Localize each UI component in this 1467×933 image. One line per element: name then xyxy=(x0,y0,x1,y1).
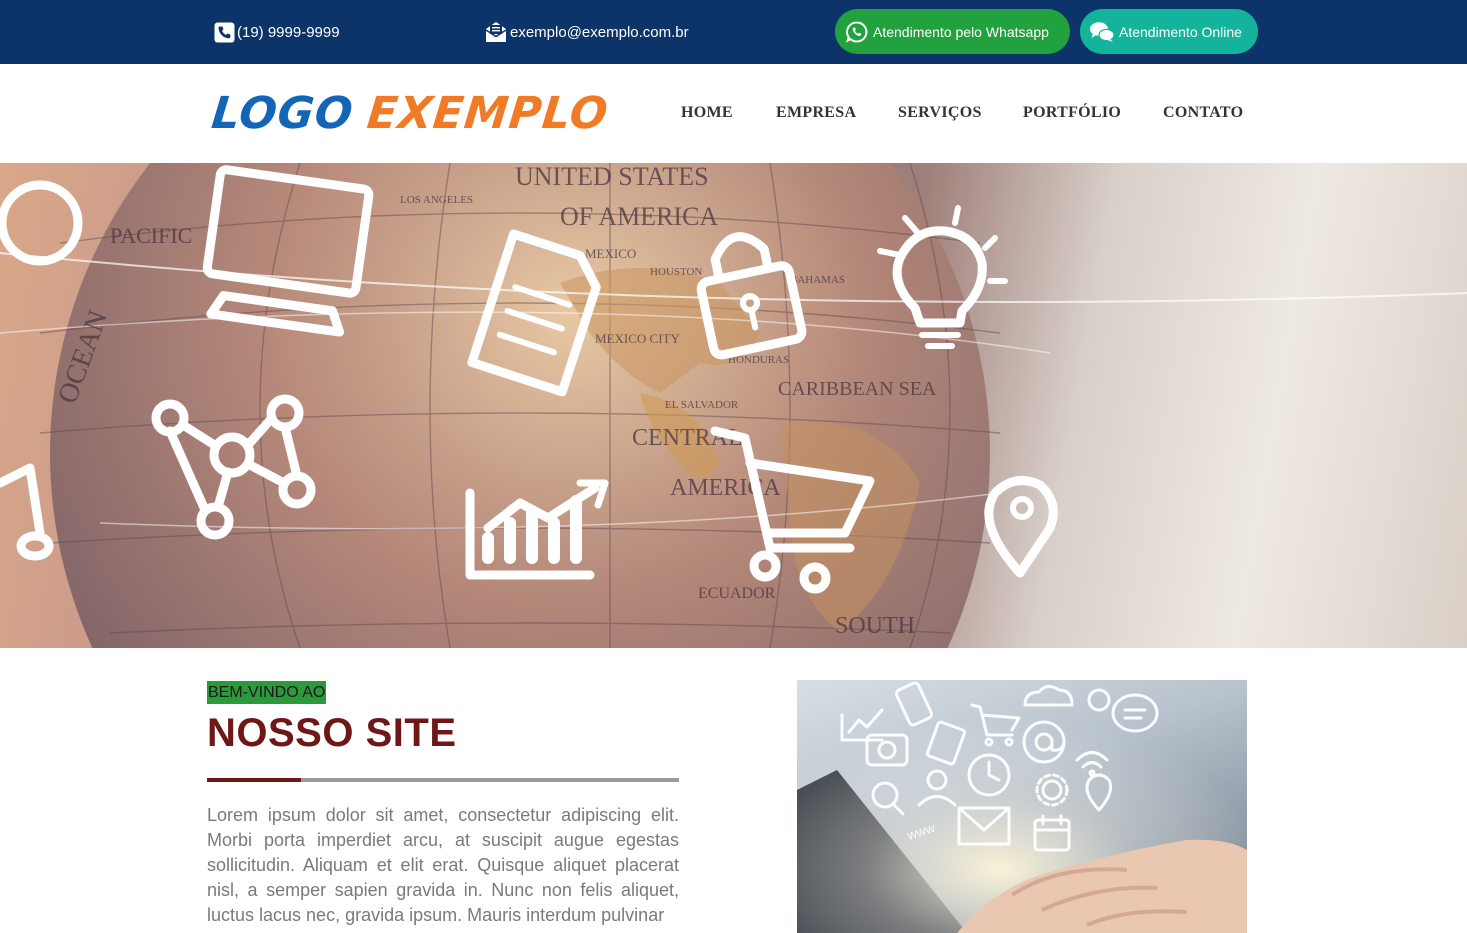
whatsapp-button[interactable]: Atendimento pelo Whatsapp xyxy=(835,9,1070,54)
logo-part-1: LOGO xyxy=(209,87,357,139)
top-bar: (19) 9999-9999 exemplo@exemplo.com.br At… xyxy=(0,0,1467,64)
nav-home[interactable]: HOME xyxy=(681,104,733,122)
whatsapp-label: Atendimento pelo Whatsapp xyxy=(873,23,1049,40)
chat-bubbles-icon xyxy=(1089,20,1115,44)
phone-icon xyxy=(214,22,235,43)
map-label: CARIBBEAN SEA xyxy=(778,378,937,400)
map-label: ECUADOR xyxy=(698,585,776,602)
phone-number: (19) 9999-9999 xyxy=(237,23,340,41)
feature-illustration: www xyxy=(797,680,1247,933)
map-label: BAHAMAS xyxy=(790,274,845,286)
map-label: SOUTH xyxy=(835,613,915,639)
email-address: exemplo@exemplo.com.br xyxy=(510,23,689,41)
nav-contato[interactable]: CONTATO xyxy=(1163,104,1243,122)
welcome-kicker: BEM-VINDO AO xyxy=(207,681,327,704)
nav-empresa[interactable]: EMPRESA xyxy=(776,104,856,122)
map-label: UNITED STATES xyxy=(515,163,709,191)
phone-contact[interactable]: (19) 9999-9999 xyxy=(214,0,340,64)
map-label: OF AMERICA xyxy=(560,202,718,231)
site-header: LOGO EXEMPLO HOME EMPRESA SERVIÇOS PORTF… xyxy=(0,64,1467,163)
map-label: LOS ANGELES xyxy=(400,194,473,206)
nav-servicos[interactable]: SERVIÇOS xyxy=(898,104,982,122)
feature-image: www xyxy=(797,680,1247,933)
online-support-label: Atendimento Online xyxy=(1119,23,1242,40)
hero-illustration: UNITED STATES OF AMERICA OCEAN PACIFIC L… xyxy=(0,163,1467,648)
music-note-icon xyxy=(0,463,54,561)
nav-portfolio[interactable]: PORTFÓLIO xyxy=(1023,104,1121,122)
hero-banner: UNITED STATES OF AMERICA OCEAN PACIFIC L… xyxy=(0,163,1467,648)
welcome-text: Lorem ipsum dolor sit amet, consectetur … xyxy=(207,805,679,925)
whatsapp-icon xyxy=(845,20,869,44)
map-pin-icon xyxy=(984,476,1058,578)
map-label: MEXICO xyxy=(585,246,636,261)
circle-icon xyxy=(0,180,83,266)
map-label: AMERICA xyxy=(670,475,781,501)
map-label: EL SALVADOR xyxy=(665,399,739,411)
email-contact[interactable]: exemplo@exemplo.com.br xyxy=(484,0,689,64)
divider-accent xyxy=(207,778,301,782)
title-divider xyxy=(207,778,679,782)
map-label: MEXICO CITY xyxy=(595,331,680,346)
envelope-icon xyxy=(484,20,508,44)
map-label: HOUSTON xyxy=(650,266,702,278)
site-logo[interactable]: LOGO EXEMPLO xyxy=(209,87,612,139)
page-title: NOSSO SITE xyxy=(207,711,457,755)
map-label: PACIFIC xyxy=(110,223,192,248)
online-support-button[interactable]: Atendimento Online xyxy=(1080,9,1258,54)
logo-part-2: EXEMPLO xyxy=(364,87,612,139)
